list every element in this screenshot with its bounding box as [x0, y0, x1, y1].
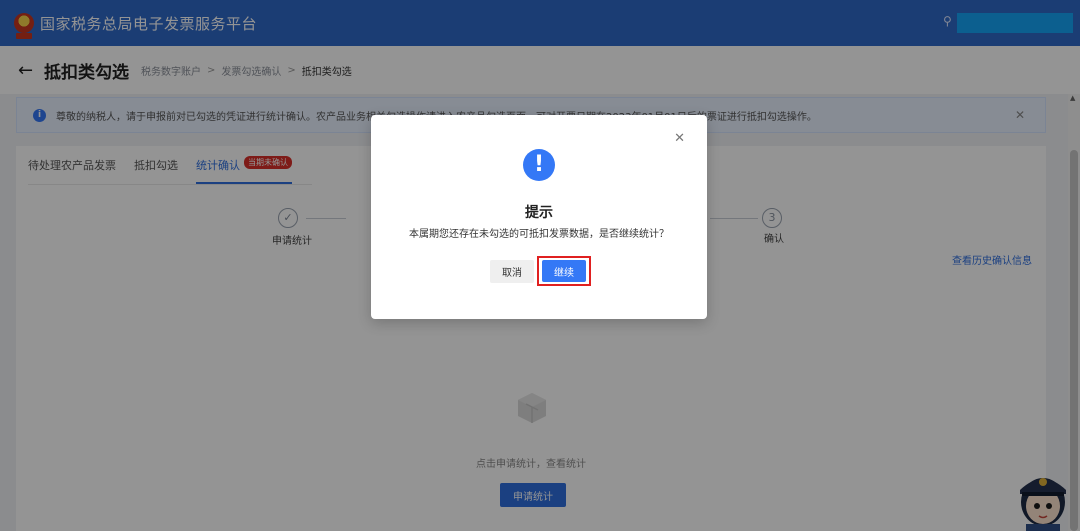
confirm-dialog: ✕ ! 提示 本属期您还存在未勾选的可抵扣发票数据，是否继续统计？ 取消 继续: [371, 115, 707, 319]
continue-button[interactable]: 继续: [542, 260, 586, 282]
cancel-button[interactable]: 取消: [490, 260, 534, 283]
dialog-close-icon[interactable]: ✕: [674, 131, 685, 146]
continue-button-highlight: 继续: [537, 256, 591, 286]
dialog-title: 提示: [525, 205, 553, 221]
dialog-message: 本属期您还存在未勾选的可抵扣发票数据，是否继续统计？: [409, 229, 669, 240]
warning-icon: !: [523, 149, 555, 181]
